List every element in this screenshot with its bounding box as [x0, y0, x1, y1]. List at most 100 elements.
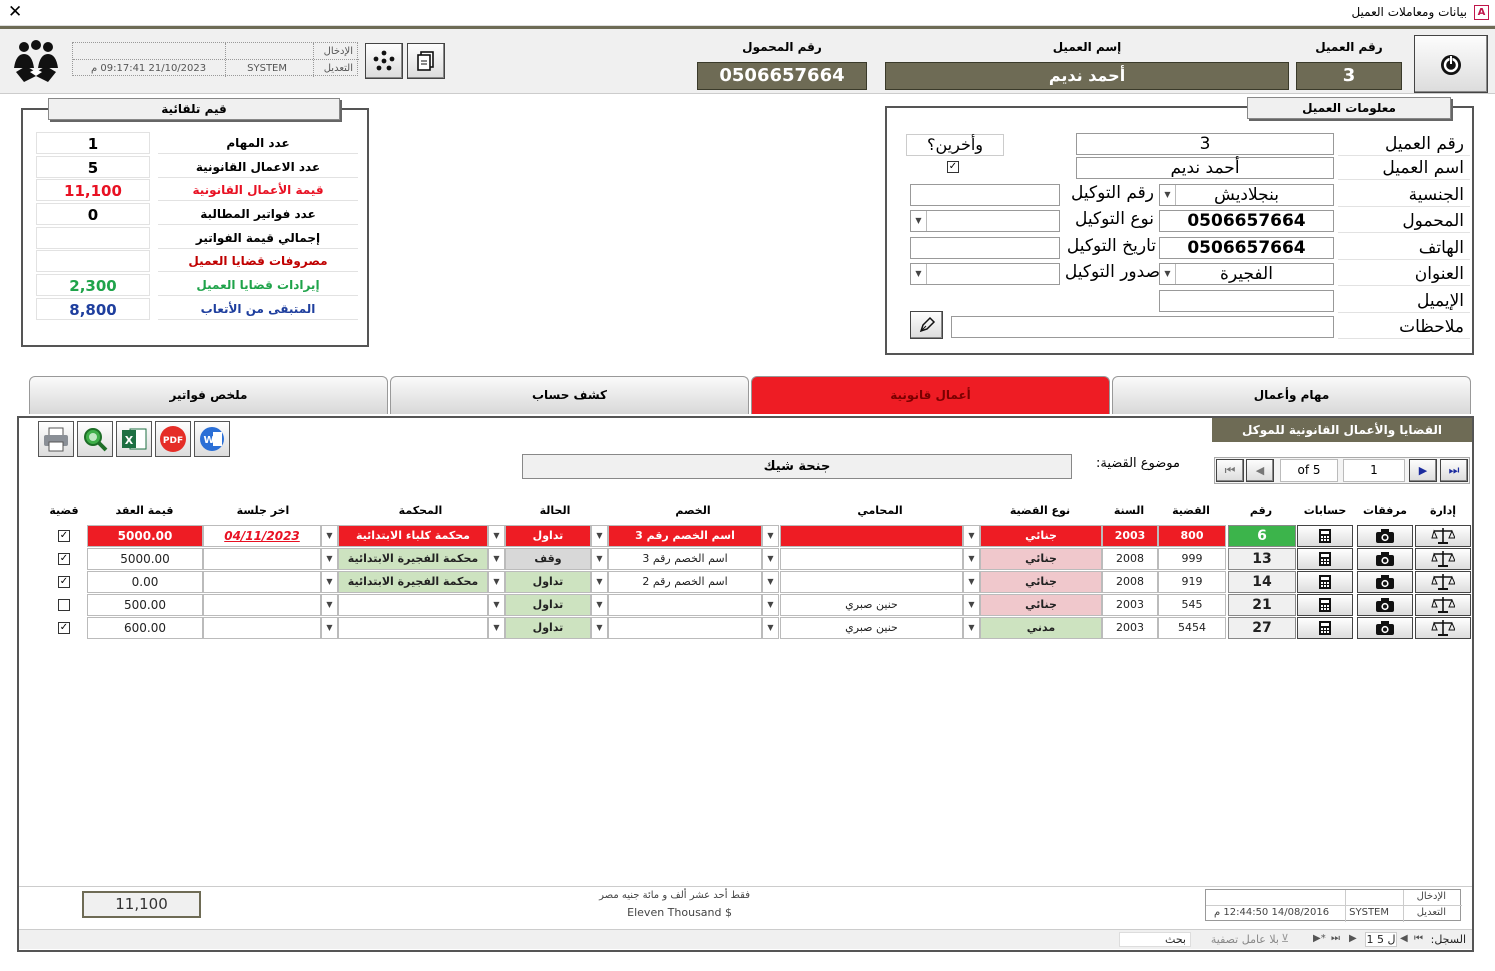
status-next-icon[interactable]: ▶	[1349, 933, 1357, 944]
status-last-icon[interactable]: ⏭	[1331, 933, 1340, 944]
word-button[interactable]: W	[194, 421, 230, 457]
chevron-down-icon[interactable]: ▼	[911, 264, 927, 284]
manage-button[interactable]	[1415, 525, 1471, 547]
record-current[interactable]: 1	[1343, 459, 1405, 482]
tab-1[interactable]: مهام وأعمال	[1112, 376, 1471, 414]
accounts-button[interactable]	[1297, 594, 1353, 616]
chevron-down-icon[interactable]: ▼	[321, 548, 338, 570]
case-last-session[interactable]	[203, 617, 321, 639]
chevron-down-icon[interactable]: ▼	[762, 617, 779, 639]
chevron-down-icon[interactable]: ▼	[1160, 185, 1176, 205]
chevron-down-icon[interactable]: ▼	[762, 525, 779, 547]
poa-date-field[interactable]	[910, 237, 1060, 259]
chevron-down-icon[interactable]: ▼	[591, 548, 608, 570]
tab-4[interactable]: ملخص فواتير	[29, 376, 388, 414]
chevron-down-icon[interactable]: ▼	[591, 617, 608, 639]
address-select[interactable]: الفجيرة ▼	[1159, 263, 1334, 285]
email-field[interactable]	[1159, 290, 1334, 312]
chevron-down-icon[interactable]: ▼	[488, 548, 505, 570]
power-icon	[1441, 55, 1461, 75]
accounts-button[interactable]	[1297, 571, 1353, 593]
chevron-down-icon[interactable]: ▼	[963, 548, 980, 570]
status-new-icon[interactable]: ▶*	[1313, 933, 1326, 944]
poa-issue-select[interactable]: ▼	[910, 263, 1060, 285]
nationality-select[interactable]: بنجلاديش ▼	[1159, 184, 1334, 206]
manage-button[interactable]	[1415, 571, 1471, 593]
col-header-contract-value: قيمة العقد	[115, 504, 174, 517]
next-record-button[interactable]: ▶	[1409, 459, 1437, 482]
edit-notes-button[interactable]	[910, 311, 943, 339]
status-search[interactable]: بحث	[1119, 932, 1191, 947]
chevron-down-icon[interactable]: ▼	[488, 571, 505, 593]
options-button[interactable]	[365, 43, 403, 79]
chevron-down-icon[interactable]: ▼	[762, 594, 779, 616]
case-last-session[interactable]	[203, 594, 321, 616]
chevron-down-icon[interactable]: ▼	[321, 594, 338, 616]
chevron-down-icon[interactable]: ▼	[963, 594, 980, 616]
subject-field[interactable]: جنحة شيك	[522, 454, 1072, 479]
mobile-field[interactable]: 0506657664	[1159, 210, 1334, 232]
attachments-button[interactable]	[1357, 548, 1413, 570]
search-button[interactable]	[77, 421, 113, 457]
poa-type-select[interactable]: ▼	[910, 210, 1060, 232]
chevron-down-icon[interactable]: ▼	[488, 594, 505, 616]
status-first-icon[interactable]: ⏮	[1414, 933, 1423, 944]
client-no-field[interactable]: 3	[1076, 133, 1334, 155]
close-icon[interactable]: ✕	[8, 2, 22, 22]
document-icon	[417, 51, 434, 71]
excel-button[interactable]: X	[116, 421, 152, 457]
auto-value: 5	[36, 156, 150, 178]
accounts-button[interactable]	[1297, 617, 1353, 639]
manage-button[interactable]	[1415, 617, 1471, 639]
status-prev-icon[interactable]: ◀	[1400, 933, 1408, 944]
accounts-button[interactable]	[1297, 548, 1353, 570]
case-flag-checkbox[interactable]: ✓	[58, 576, 70, 588]
last-record-button[interactable]: ⏭	[1440, 459, 1468, 482]
print-button[interactable]	[38, 421, 74, 457]
tab-2[interactable]: أعمال قانونية	[751, 376, 1110, 414]
first-record-button[interactable]: ⏮	[1216, 459, 1244, 482]
accounts-button[interactable]	[1297, 525, 1353, 547]
notes-field[interactable]	[951, 316, 1334, 338]
case-last-session[interactable]	[203, 571, 321, 593]
chevron-down-icon[interactable]: ▼	[963, 617, 980, 639]
client-name-field[interactable]: أحمد نديم	[1076, 157, 1334, 179]
chevron-down-icon[interactable]: ▼	[591, 594, 608, 616]
chevron-down-icon[interactable]: ▼	[963, 525, 980, 547]
case-flag-checkbox[interactable]: ✓	[58, 622, 70, 634]
case-flag-checkbox[interactable]: ✓	[58, 553, 70, 565]
attachments-button[interactable]	[1357, 617, 1413, 639]
attachments-button[interactable]	[1357, 571, 1413, 593]
chevron-down-icon[interactable]: ▼	[911, 211, 927, 231]
case-last-session[interactable]	[203, 548, 321, 570]
chevron-down-icon[interactable]: ▼	[321, 525, 338, 547]
phone-field[interactable]: 0506657664	[1159, 237, 1334, 259]
prev-record-button[interactable]: ◀	[1246, 459, 1274, 482]
case-last-session[interactable]: 04/11/2023	[203, 525, 321, 547]
chevron-down-icon[interactable]: ▼	[591, 571, 608, 593]
attachments-button[interactable]	[1357, 594, 1413, 616]
tab-3[interactable]: كشف حساب	[390, 376, 749, 414]
case-flag-checkbox[interactable]: ✓	[58, 530, 70, 542]
chevron-down-icon[interactable]: ▼	[488, 525, 505, 547]
chevron-down-icon[interactable]: ▼	[321, 571, 338, 593]
pdf-button[interactable]: PDF	[155, 421, 191, 457]
scale-icon	[1431, 528, 1455, 544]
chevron-down-icon[interactable]: ▼	[762, 548, 779, 570]
case-opponent: اسم الخصم رقم 3	[608, 548, 762, 570]
manage-button[interactable]	[1415, 548, 1471, 570]
poa-no-field[interactable]	[910, 184, 1060, 206]
chevron-down-icon[interactable]: ▼	[321, 617, 338, 639]
report-button[interactable]	[407, 43, 445, 79]
status-record-value[interactable]: 1 ل 5	[1365, 932, 1397, 947]
others-checkbox[interactable]: ✓	[947, 161, 959, 173]
manage-button[interactable]	[1415, 594, 1471, 616]
attachments-button[interactable]	[1357, 525, 1413, 547]
chevron-down-icon[interactable]: ▼	[963, 571, 980, 593]
case-flag-checkbox[interactable]	[58, 599, 70, 611]
chevron-down-icon[interactable]: ▼	[762, 571, 779, 593]
power-button[interactable]	[1414, 35, 1488, 93]
chevron-down-icon[interactable]: ▼	[1160, 264, 1176, 284]
chevron-down-icon[interactable]: ▼	[488, 617, 505, 639]
chevron-down-icon[interactable]: ▼	[591, 525, 608, 547]
